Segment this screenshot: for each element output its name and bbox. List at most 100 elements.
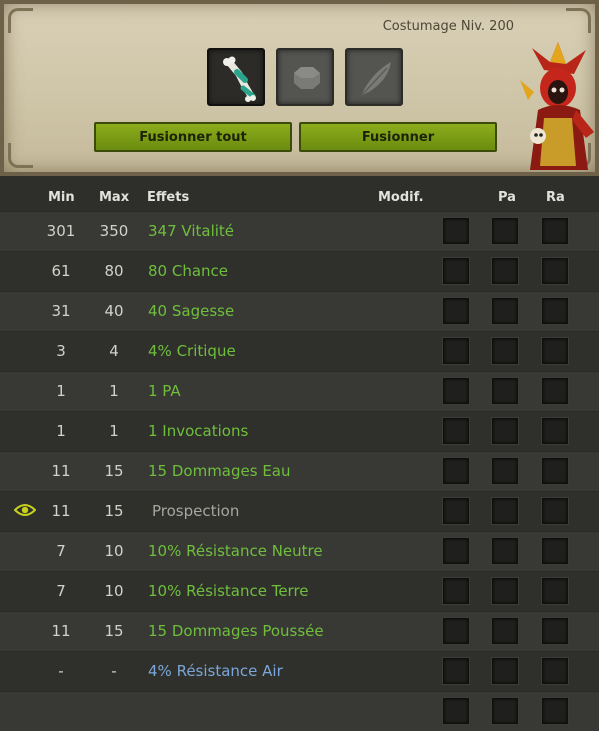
table-row: 31 40 40 Sagesse <box>0 291 599 331</box>
min-value: 11 <box>51 622 71 640</box>
modif-checkbox[interactable] <box>443 338 469 364</box>
merge-all-button[interactable]: Fusionner tout <box>94 122 292 152</box>
max-value: 1 <box>109 422 119 440</box>
ra-checkbox[interactable] <box>542 298 568 324</box>
col-ra: Ra <box>546 190 565 205</box>
table-row: 11 15 15 Dommages Eau <box>0 451 599 491</box>
ornament-corner <box>566 8 591 33</box>
table-row: 7 10 10% Résistance Neutre <box>0 531 599 571</box>
feather-slot[interactable] <box>345 48 403 106</box>
max-value: 4 <box>109 342 119 360</box>
feather-slot-icon <box>360 62 391 97</box>
ra-checkbox[interactable] <box>542 578 568 604</box>
table-row: 11 15 Prospection <box>0 491 599 531</box>
ra-checkbox[interactable] <box>542 218 568 244</box>
pa-checkbox[interactable] <box>492 498 518 524</box>
modif-checkbox[interactable] <box>443 578 469 604</box>
max-value: 15 <box>104 502 124 520</box>
pa-checkbox[interactable] <box>492 458 518 484</box>
effect-label: 1 Invocations <box>148 422 249 440</box>
eye-icon[interactable] <box>14 502 36 518</box>
ornament-corner <box>8 143 33 168</box>
min-value: 31 <box>51 302 71 320</box>
modif-checkbox[interactable] <box>443 298 469 324</box>
merge-button[interactable]: Fusionner <box>299 122 497 152</box>
ra-checkbox[interactable] <box>542 498 568 524</box>
rune-slot[interactable] <box>276 48 334 106</box>
pa-checkbox[interactable] <box>492 218 518 244</box>
modif-checkbox[interactable] <box>443 458 469 484</box>
max-value: 10 <box>104 582 124 600</box>
modif-checkbox[interactable] <box>443 258 469 284</box>
item-level-title: Costumage Niv. 200 <box>382 19 514 34</box>
effect-label: 10% Résistance Terre <box>148 582 309 600</box>
max-value: 80 <box>104 262 124 280</box>
pa-checkbox[interactable] <box>492 298 518 324</box>
pa-checkbox[interactable] <box>492 378 518 404</box>
modif-checkbox[interactable] <box>443 538 469 564</box>
min-value: 7 <box>56 542 66 560</box>
effect-label: 4% Critique <box>148 342 236 360</box>
rune-slot-icon <box>294 67 320 89</box>
effect-label: 40 Sagesse <box>148 302 235 320</box>
pa-checkbox[interactable] <box>492 618 518 644</box>
table-row: 3 4 4% Critique <box>0 331 599 371</box>
ra-checkbox[interactable] <box>542 338 568 364</box>
max-value: - <box>111 662 117 680</box>
pa-checkbox[interactable] <box>492 578 518 604</box>
pa-checkbox[interactable] <box>492 258 518 284</box>
col-effects: Effets <box>147 190 190 205</box>
table-row: 7 10 10% Résistance Terre <box>0 571 599 611</box>
effect-label: 15 Dommages Eau <box>148 462 291 480</box>
pa-checkbox[interactable] <box>492 338 518 364</box>
table-row: 61 80 80 Chance <box>0 251 599 291</box>
effect-label: 347 Vitalité <box>148 222 235 240</box>
ra-checkbox[interactable] <box>542 378 568 404</box>
ra-checkbox[interactable] <box>542 258 568 284</box>
max-value: 40 <box>104 302 124 320</box>
table-row: - - 4% Résistance Air <box>0 651 599 691</box>
forge-panel: Costumage Niv. 200 Fusionner tout Fusion… <box>0 0 599 176</box>
character-avatar <box>520 42 594 170</box>
col-min: Min <box>48 190 75 205</box>
min-value: 11 <box>51 462 71 480</box>
pa-checkbox[interactable] <box>492 418 518 444</box>
ra-checkbox[interactable] <box>542 458 568 484</box>
table-row: 1 1 1 PA <box>0 371 599 411</box>
effect-label: 15 Dommages Poussée <box>148 622 324 640</box>
effect-label: 4% Résistance Air <box>148 662 283 680</box>
modif-checkbox[interactable] <box>443 378 469 404</box>
modif-checkbox[interactable] <box>443 618 469 644</box>
min-value: - <box>58 662 64 680</box>
item-slot[interactable] <box>207 48 265 106</box>
ra-checkbox[interactable] <box>542 618 568 644</box>
min-value: 7 <box>56 582 66 600</box>
min-value: 3 <box>56 342 66 360</box>
modif-checkbox[interactable] <box>443 658 469 684</box>
effect-label: 10% Résistance Neutre <box>148 542 323 560</box>
effect-label: Prospection <box>152 502 240 520</box>
modif-checkbox[interactable] <box>443 418 469 444</box>
modif-checkbox[interactable] <box>443 698 469 724</box>
min-value: 61 <box>51 262 71 280</box>
ra-checkbox[interactable] <box>542 538 568 564</box>
max-value: 10 <box>104 542 124 560</box>
max-value: 15 <box>104 462 124 480</box>
max-value: 350 <box>99 222 129 240</box>
pa-checkbox[interactable] <box>492 698 518 724</box>
col-pa: Pa <box>498 190 516 205</box>
modif-checkbox[interactable] <box>443 498 469 524</box>
pa-checkbox[interactable] <box>492 538 518 564</box>
effects-table-header: Min Max Effets Modif. Pa Ra <box>0 187 599 209</box>
min-value: 1 <box>56 382 66 400</box>
ra-checkbox[interactable] <box>542 418 568 444</box>
col-modif: Modif. <box>378 190 424 205</box>
ra-checkbox[interactable] <box>542 698 568 724</box>
modif-checkbox[interactable] <box>443 218 469 244</box>
ornament-corner <box>8 8 33 33</box>
min-value: 11 <box>51 502 71 520</box>
pa-checkbox[interactable] <box>492 658 518 684</box>
bone-item-icon <box>223 56 256 102</box>
ra-checkbox[interactable] <box>542 658 568 684</box>
table-row: 1 1 1 Invocations <box>0 411 599 451</box>
